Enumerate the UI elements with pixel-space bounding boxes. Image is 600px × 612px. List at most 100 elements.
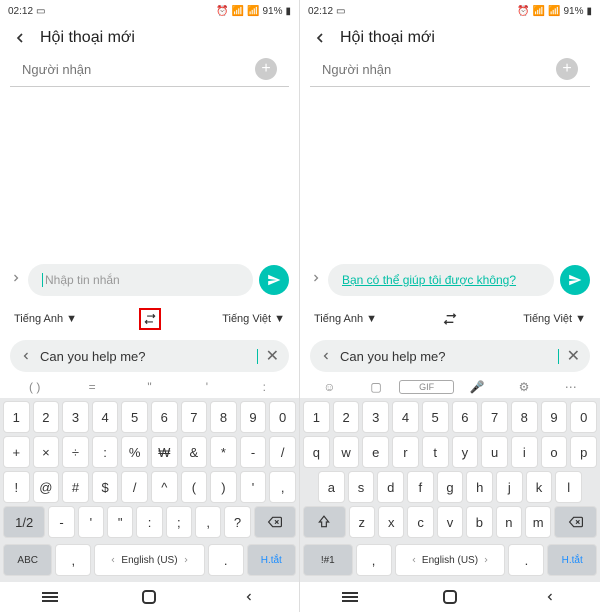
key[interactable]: 8: [511, 401, 538, 433]
key[interactable]: v: [437, 506, 463, 538]
key[interactable]: ^: [151, 471, 178, 503]
key[interactable]: 3: [62, 401, 89, 433]
key[interactable]: +: [3, 436, 30, 468]
voice-icon[interactable]: 🎤: [454, 380, 501, 394]
translate-input[interactable]: Can you help me?: [40, 349, 258, 364]
add-recipient-button[interactable]: +: [255, 58, 277, 80]
key[interactable]: b: [466, 506, 492, 538]
expand-button[interactable]: [10, 271, 22, 289]
key[interactable]: 0: [269, 401, 296, 433]
key[interactable]: 2: [333, 401, 360, 433]
key[interactable]: r: [392, 436, 419, 468]
settings-icon[interactable]: ⚙: [501, 380, 548, 394]
key[interactable]: 3: [362, 401, 389, 433]
key[interactable]: 7: [181, 401, 208, 433]
tool-eq[interactable]: =: [63, 380, 120, 394]
key[interactable]: n: [496, 506, 522, 538]
key[interactable]: %: [121, 436, 148, 468]
key[interactable]: e: [362, 436, 389, 468]
key[interactable]: t: [422, 436, 449, 468]
key[interactable]: y: [452, 436, 479, 468]
tool-sq[interactable]: ': [178, 380, 235, 394]
recipient-input[interactable]: [22, 62, 247, 77]
key[interactable]: h: [466, 471, 493, 503]
key[interactable]: ': [78, 506, 104, 538]
nav-home[interactable]: [137, 590, 161, 604]
key[interactable]: 1: [3, 401, 30, 433]
key[interactable]: 4: [392, 401, 419, 433]
translate-input[interactable]: Can you help me?: [340, 349, 559, 364]
key[interactable]: o: [541, 436, 568, 468]
swap-languages-button[interactable]: [439, 308, 461, 330]
key[interactable]: p: [570, 436, 597, 468]
key[interactable]: x: [378, 506, 404, 538]
key[interactable]: i: [511, 436, 538, 468]
key[interactable]: :: [136, 506, 162, 538]
nav-recent[interactable]: [38, 591, 62, 603]
key[interactable]: ×: [33, 436, 60, 468]
key[interactable]: ,: [269, 471, 296, 503]
comma-key[interactable]: ,: [55, 544, 91, 576]
sticker-icon[interactable]: ▢: [353, 380, 400, 394]
key[interactable]: l: [555, 471, 582, 503]
key[interactable]: @: [33, 471, 60, 503]
key[interactable]: c: [407, 506, 433, 538]
recipient-input[interactable]: [322, 62, 548, 77]
key[interactable]: j: [496, 471, 523, 503]
key[interactable]: 4: [92, 401, 119, 433]
shortcut-key[interactable]: H.tắt: [247, 544, 296, 576]
clear-button[interactable]: ✕: [567, 346, 580, 366]
key[interactable]: #: [62, 471, 89, 503]
send-button[interactable]: [560, 265, 590, 295]
expand-button[interactable]: [310, 271, 322, 289]
back-button[interactable]: [310, 28, 330, 48]
space-key[interactable]: English (US): [395, 544, 506, 576]
key[interactable]: ₩: [151, 436, 178, 468]
key[interactable]: u: [481, 436, 508, 468]
key[interactable]: 7: [481, 401, 508, 433]
back-button[interactable]: [10, 28, 30, 48]
period-key[interactable]: .: [508, 544, 544, 576]
emoji-icon[interactable]: ☺: [306, 380, 353, 394]
key[interactable]: 9: [541, 401, 568, 433]
key[interactable]: ?: [224, 506, 250, 538]
mode-key[interactable]: !#1: [303, 544, 353, 576]
shortcut-key[interactable]: H.tắt: [547, 544, 597, 576]
key[interactable]: 6: [452, 401, 479, 433]
key[interactable]: 9: [240, 401, 267, 433]
key[interactable]: a: [318, 471, 345, 503]
key[interactable]: 5: [121, 401, 148, 433]
key[interactable]: 0: [570, 401, 597, 433]
key[interactable]: q: [303, 436, 330, 468]
key[interactable]: d: [377, 471, 404, 503]
message-input[interactable]: Nhập tin nhắn: [28, 264, 253, 296]
gif-icon[interactable]: GIF: [399, 380, 454, 394]
shift-key[interactable]: [303, 506, 346, 538]
more-icon[interactable]: ⋯: [547, 380, 594, 394]
space-key[interactable]: English (US): [94, 544, 204, 576]
lang-from[interactable]: Tiếng Anh▼: [14, 313, 77, 325]
chevron-left-icon[interactable]: [320, 350, 332, 362]
key[interactable]: !: [3, 471, 30, 503]
nav-home[interactable]: [438, 590, 462, 604]
lang-to[interactable]: Tiếng Việt▼: [222, 313, 285, 325]
key[interactable]: /: [121, 471, 148, 503]
key[interactable]: ': [240, 471, 267, 503]
key[interactable]: $: [92, 471, 119, 503]
nav-back[interactable]: [538, 591, 562, 603]
key[interactable]: w: [333, 436, 360, 468]
key[interactable]: s: [348, 471, 375, 503]
key[interactable]: -: [48, 506, 74, 538]
key-page[interactable]: 1/2: [3, 506, 45, 538]
add-recipient-button[interactable]: +: [556, 58, 578, 80]
key[interactable]: ): [210, 471, 237, 503]
chevron-left-icon[interactable]: [20, 350, 32, 362]
key[interactable]: ": [107, 506, 133, 538]
clear-button[interactable]: ✕: [266, 346, 279, 366]
key[interactable]: m: [525, 506, 551, 538]
swap-languages-button[interactable]: [139, 308, 161, 330]
key[interactable]: /: [269, 436, 296, 468]
key[interactable]: 6: [151, 401, 178, 433]
key[interactable]: -: [240, 436, 267, 468]
comma-key[interactable]: ,: [356, 544, 392, 576]
